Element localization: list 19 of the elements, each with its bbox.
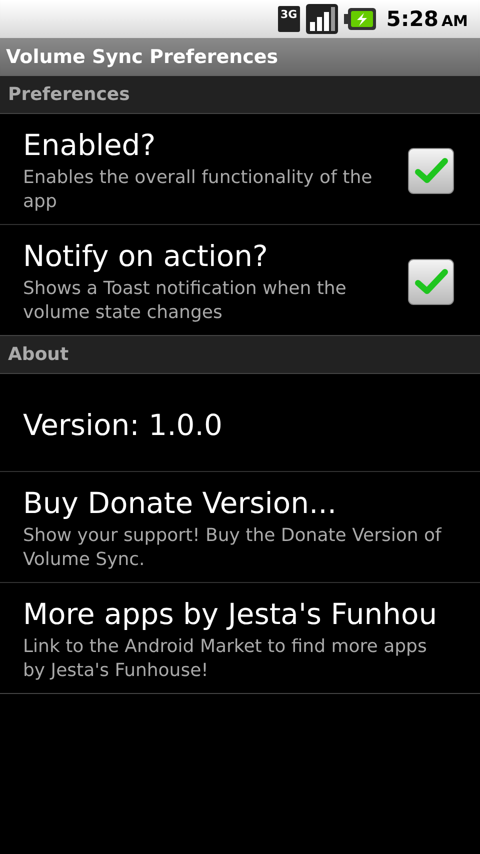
battery-charging-icon [344, 7, 376, 31]
preference-title[interactable]: Enabled? [23, 128, 408, 162]
preference-title[interactable]: More apps by Jesta's Funhou [23, 597, 454, 631]
preference-title[interactable]: Buy Donate Version... [23, 486, 454, 520]
section-title: About [8, 344, 69, 365]
preference-summary: Shows a Toast notification when the volume state changes [23, 277, 348, 325]
preference-summary: Show your support! Buy the Donate Version of Volume Sync. [23, 524, 443, 572]
window-title: Volume Sync Preferences [6, 46, 278, 68]
section-title: Preferences [8, 84, 130, 105]
preference-summary: Enables the overall functionality of the app [23, 166, 374, 214]
preference-title[interactable]: Notify on action? [23, 239, 408, 273]
network-type-icon: 3G [278, 6, 300, 32]
checkbox[interactable] [408, 259, 454, 305]
preference-title[interactable]: Version: 1.0.0 [23, 408, 454, 442]
clock-time: 5:28 [386, 7, 438, 31]
preference-summary: Link to the Android Market to find more apps by Jesta's Funhouse! [23, 635, 428, 683]
clock-ampm: AM [441, 11, 468, 30]
checkbox[interactable] [408, 148, 454, 194]
signal-icon [306, 4, 338, 34]
